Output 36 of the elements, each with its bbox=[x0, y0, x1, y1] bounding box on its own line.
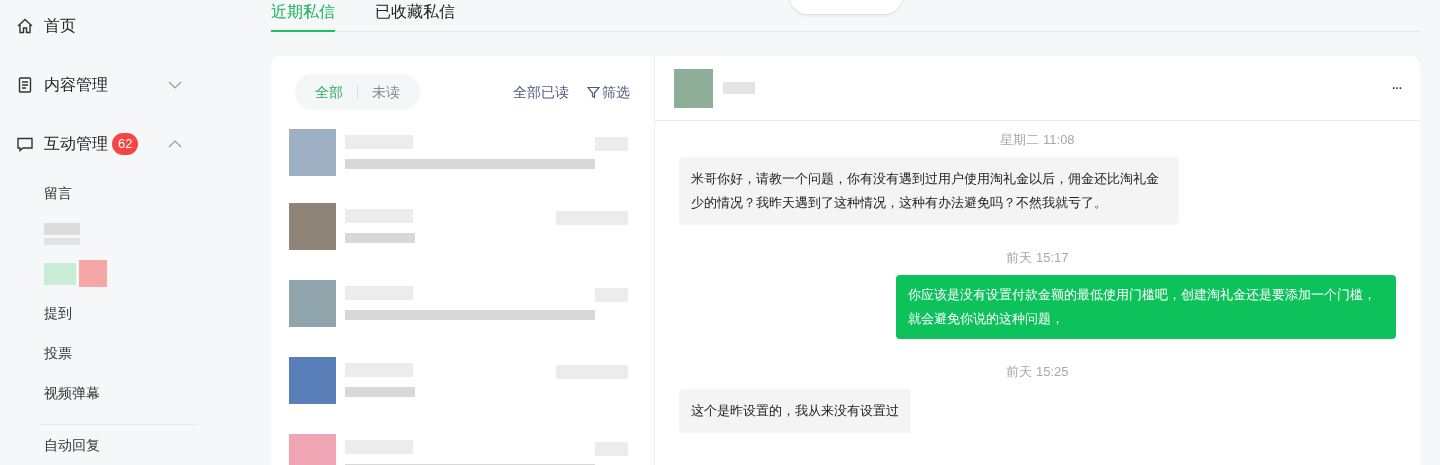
photo-placeholder bbox=[289, 280, 336, 327]
chevron-icon[interactable] bbox=[168, 81, 182, 89]
tab[interactable]: 已收藏私信 bbox=[375, 0, 455, 32]
redacted-block bbox=[44, 263, 76, 285]
message-time: 星期二 11:08 bbox=[1000, 131, 1075, 150]
message-bubble: 米哥你好，请教一个问题，你有没有遇到过用户使用淘礼金以后，佣金还比淘礼金少的情况？我昨天遇到了这种情况，这种有办法避免吗？不然我就亏了。 bbox=[679, 157, 1179, 225]
sidebar-item[interactable]: 互动管理 bbox=[44, 132, 108, 157]
count-badge: 62 bbox=[112, 133, 139, 156]
chat-icon bbox=[16, 135, 34, 154]
photo-placeholder bbox=[289, 357, 336, 404]
redacted-block bbox=[345, 387, 415, 397]
photo-placeholder bbox=[289, 129, 336, 176]
sidebar-subitem[interactable]: 自动回复 bbox=[44, 435, 100, 456]
filter-button[interactable]: 筛选 bbox=[587, 81, 630, 103]
sidebar-item[interactable]: 内容管理 bbox=[44, 73, 108, 97]
sidebar-item[interactable]: 首页 bbox=[44, 13, 76, 38]
message-bubble: 这个是昨设置的，我从来没有设置过 bbox=[679, 389, 911, 433]
message-time: 前天 15:17 bbox=[1006, 249, 1069, 268]
photo-placeholder bbox=[289, 203, 336, 250]
redacted-block bbox=[345, 233, 415, 243]
sidebar-subitem[interactable]: 留言 bbox=[44, 183, 72, 205]
photo-placeholder bbox=[674, 68, 713, 108]
sidebar-subitem[interactable]: 投票 bbox=[44, 343, 72, 365]
document-icon bbox=[16, 76, 34, 94]
sidebar-subitem[interactable]: 提到 bbox=[44, 303, 72, 325]
home-icon bbox=[16, 16, 34, 35]
redacted-block bbox=[44, 223, 80, 235]
message-time: 前天 15:25 bbox=[1006, 363, 1069, 382]
chevron-icon[interactable] bbox=[168, 140, 182, 149]
more-button[interactable]: ··· bbox=[1391, 76, 1401, 100]
redacted-block bbox=[723, 82, 755, 94]
redacted-block bbox=[79, 260, 107, 288]
sidebar-subitem[interactable]: 视频弹幕 bbox=[44, 383, 100, 405]
filter-icon bbox=[587, 85, 600, 99]
mark-all-read-link[interactable]: 全部已读 bbox=[513, 81, 569, 103]
message-bubble: 你应该是没有设置付款金额的最低使用门槛吧，创建淘礼金还是要添加一个门槛，就会避免你说的这种问题， bbox=[896, 275, 1396, 339]
